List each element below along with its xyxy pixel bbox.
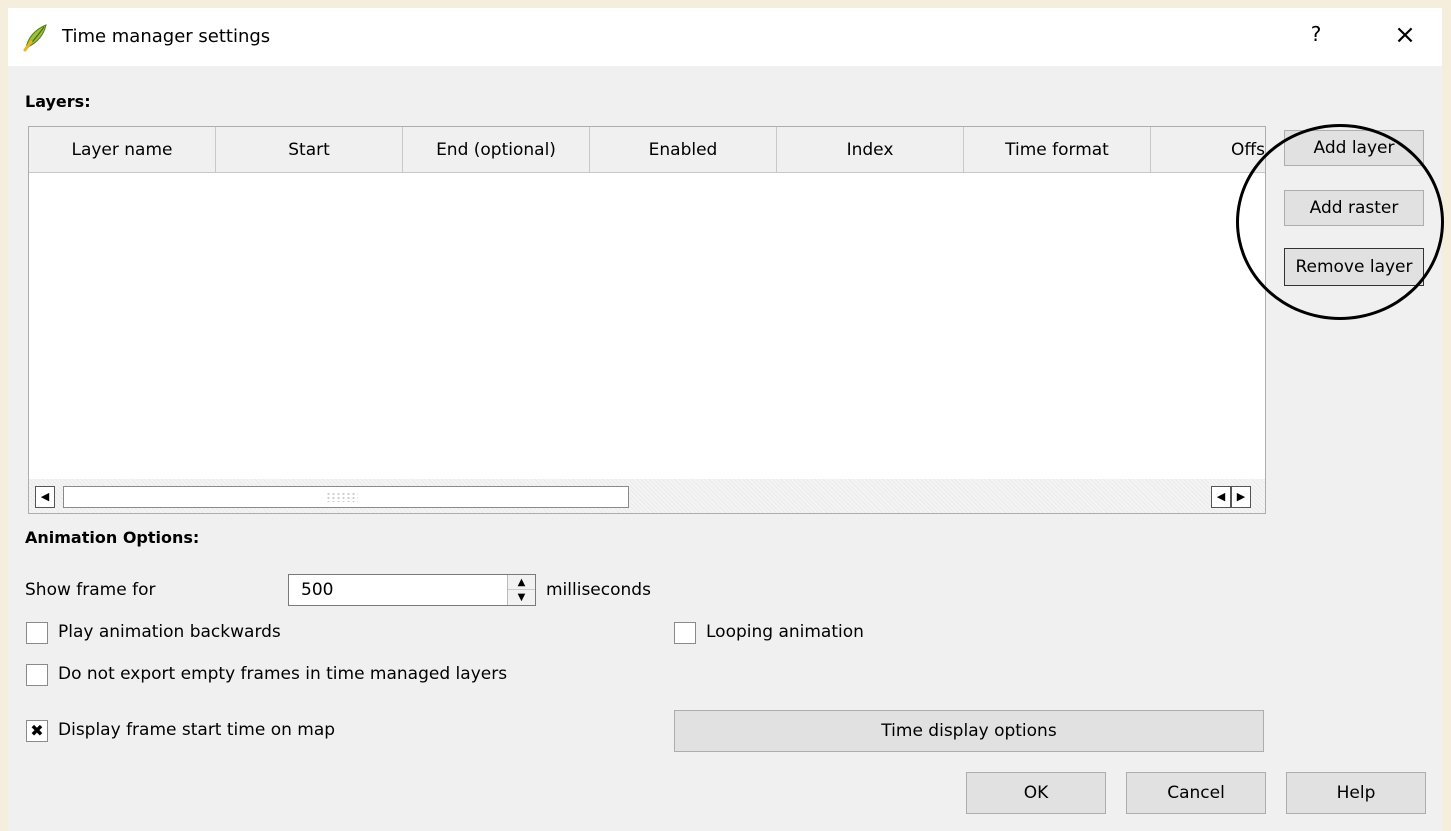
qgis-leaf-icon [23, 24, 47, 52]
looping-animation-checkbox[interactable] [674, 622, 696, 644]
spin-down-icon[interactable]: ▼ [508, 590, 535, 605]
table-body[interactable] [29, 173, 1265, 479]
grip-icon [326, 492, 358, 502]
display-start-time-checkbox[interactable]: ✖ [26, 720, 48, 742]
show-frame-label: Show frame for [25, 580, 156, 600]
display-start-time-label[interactable]: Display frame start time on map [58, 720, 335, 740]
column-header-time-format[interactable]: Time format [964, 127, 1151, 173]
layers-label: Layers: [25, 92, 91, 111]
ok-button[interactable]: OK [966, 772, 1106, 814]
spin-buttons: ▲ ▼ [507, 575, 535, 605]
help-button[interactable]: Help [1286, 772, 1426, 814]
column-header-layer-name[interactable]: Layer name [29, 127, 216, 173]
time-manager-dialog: Time manager settings ? × Layers: Layer … [8, 8, 1442, 831]
remove-layer-button[interactable]: Remove layer [1284, 248, 1424, 286]
scroll-left-icon[interactable]: ◀ [1211, 486, 1231, 508]
add-raster-button[interactable]: Add raster [1284, 190, 1424, 226]
frame-duration-value[interactable]: 500 [301, 580, 333, 600]
animation-options-label: Animation Options: [25, 528, 200, 547]
window-title: Time manager settings [62, 26, 271, 47]
time-display-options-button[interactable]: Time display options [674, 710, 1264, 752]
looping-animation-label[interactable]: Looping animation [706, 622, 864, 642]
column-header-index[interactable]: Index [777, 127, 964, 173]
table-header: Layer name Start End (optional) Enabled … [29, 127, 1265, 173]
frame-unit-label: milliseconds [546, 580, 651, 600]
context-help-button[interactable]: ? [1304, 22, 1328, 46]
scroll-left-icon[interactable]: ◀ [35, 486, 55, 508]
no-export-empty-label[interactable]: Do not export empty frames in time manag… [58, 664, 507, 684]
column-header-enabled[interactable]: Enabled [590, 127, 777, 173]
add-layer-button[interactable]: Add layer [1284, 130, 1424, 166]
scroll-right-icon[interactable]: ▶ [1231, 486, 1251, 508]
column-header-start[interactable]: Start [216, 127, 403, 173]
spin-up-icon[interactable]: ▲ [508, 575, 535, 590]
title-bar: Time manager settings ? × [8, 8, 1442, 66]
frame-duration-spinbox[interactable]: 500 ▲ ▼ [288, 574, 536, 606]
play-backwards-checkbox[interactable] [26, 622, 48, 644]
cancel-button[interactable]: Cancel [1126, 772, 1266, 814]
column-header-end[interactable]: End (optional) [403, 127, 590, 173]
column-header-offset[interactable]: Offs [1151, 127, 1265, 173]
scrollbar-thumb[interactable] [63, 486, 629, 508]
play-backwards-label[interactable]: Play animation backwards [58, 622, 281, 642]
layers-table[interactable]: Layer name Start End (optional) Enabled … [28, 126, 1266, 514]
horizontal-scrollbar[interactable]: ◀ ◀ ▶ [29, 479, 1265, 513]
no-export-empty-checkbox[interactable] [26, 664, 48, 686]
close-button[interactable]: × [1390, 20, 1420, 50]
